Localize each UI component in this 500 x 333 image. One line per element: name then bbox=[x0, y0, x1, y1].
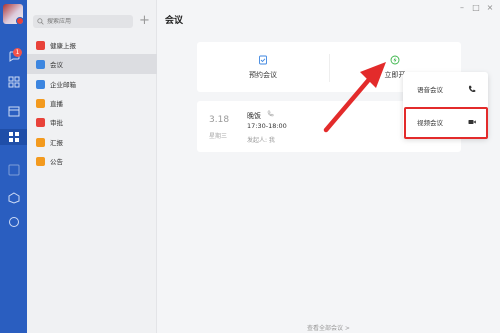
phone-icon bbox=[468, 85, 476, 92]
meeting-icon bbox=[36, 59, 45, 69]
minimize-icon[interactable]: – bbox=[457, 4, 467, 12]
announcement-icon bbox=[36, 156, 45, 166]
meeting-host: 发起人: 我 bbox=[247, 137, 275, 144]
sidebar-item-approval[interactable]: 审批 bbox=[27, 112, 157, 132]
workbench-icon[interactable] bbox=[0, 129, 27, 145]
search-icon bbox=[37, 18, 44, 25]
view-all-meetings-link[interactable]: 查看全部会议 > bbox=[307, 323, 350, 332]
avatar[interactable] bbox=[3, 4, 23, 24]
search-box[interactable] bbox=[33, 15, 133, 28]
sidebar-item-live[interactable]: 直播 bbox=[27, 93, 157, 113]
mail-icon bbox=[36, 79, 45, 89]
sidebar-item-label: 汇报 bbox=[50, 139, 63, 147]
page-title: 会议 bbox=[165, 16, 184, 26]
meeting-title: 晚饭 bbox=[247, 112, 261, 120]
schedule-meeting-button[interactable]: 预约会议 bbox=[197, 42, 329, 92]
drive-icon[interactable] bbox=[6, 190, 21, 205]
meeting-weekday: 星期三 bbox=[209, 133, 228, 140]
sidebar-item-label: 企业邮箱 bbox=[50, 81, 76, 89]
highlight-box bbox=[404, 107, 488, 139]
sidebar-item-label: 公告 bbox=[50, 158, 63, 166]
search-input[interactable] bbox=[47, 18, 127, 25]
schedule-meeting-icon bbox=[259, 55, 267, 64]
schedule-meeting-label: 预约会议 bbox=[249, 70, 277, 79]
voice-meeting-label: 语音会议 bbox=[417, 86, 443, 94]
unread-badge: 1 bbox=[13, 48, 22, 57]
annotation-arrow bbox=[323, 62, 386, 133]
meeting-time: 17:30-18:00 bbox=[247, 122, 287, 130]
report-icon bbox=[36, 137, 45, 147]
add-app-button[interactable]: + bbox=[138, 14, 151, 28]
approval-icon bbox=[36, 117, 45, 127]
voice-meeting-option[interactable]: 语音会议 bbox=[403, 74, 488, 104]
maximize-icon[interactable]: □ bbox=[471, 4, 481, 12]
calendar-icon[interactable] bbox=[6, 103, 21, 118]
sidebar-item-meeting[interactable]: 会议 bbox=[27, 54, 157, 74]
close-icon[interactable]: × bbox=[485, 4, 495, 12]
status-dot bbox=[16, 17, 23, 24]
docs-icon[interactable] bbox=[6, 162, 21, 177]
sidebar-item-report[interactable]: 汇报 bbox=[27, 132, 157, 152]
contacts-icon[interactable] bbox=[6, 74, 21, 89]
cloud-icon[interactable] bbox=[6, 214, 21, 229]
meeting-date: 3.18 bbox=[209, 115, 230, 125]
sidebar-item-label: 直播 bbox=[50, 100, 63, 108]
navigation-rail: 1 bbox=[0, 0, 27, 333]
sidebar-item-label: 审批 bbox=[50, 119, 63, 127]
health-report-icon bbox=[36, 40, 45, 50]
sidebar-item-label: 会议 bbox=[50, 61, 63, 69]
app-sidebar: + 健康上报 会议 企业邮箱 直播 审批 汇报 公告 bbox=[27, 0, 157, 333]
sidebar-item-health-report[interactable]: 健康上报 bbox=[27, 35, 157, 55]
sidebar-item-announcement[interactable]: 公告 bbox=[27, 151, 157, 171]
sidebar-item-mail[interactable]: 企业邮箱 bbox=[27, 74, 157, 94]
phone-icon bbox=[267, 110, 274, 117]
sidebar-item-label: 健康上报 bbox=[50, 42, 76, 50]
live-icon bbox=[36, 98, 45, 108]
main-panel: 会议 – □ × 预约会议 立即开 3.18 星期三 晚饭 17:30-18:0… bbox=[157, 0, 500, 333]
